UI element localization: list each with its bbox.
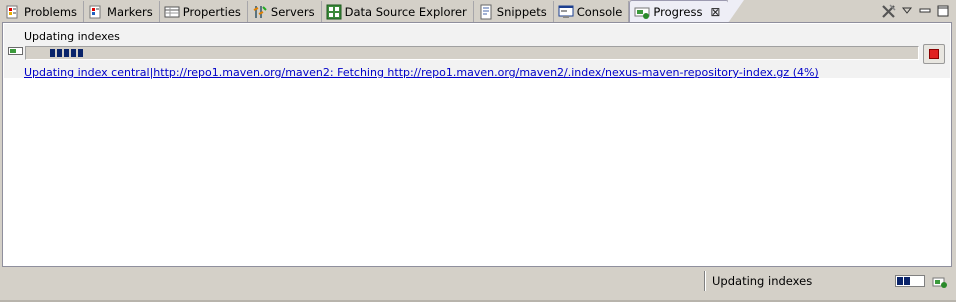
tab-label: Console xyxy=(576,5,623,19)
tab-snippets[interactable]: Snippets xyxy=(473,1,554,23)
status-progress-bar[interactable] xyxy=(895,275,925,287)
cancel-job-button[interactable] xyxy=(923,44,945,64)
tab-label: Data Source Explorer xyxy=(344,5,467,19)
status-bar: Updating indexes xyxy=(0,268,956,302)
status-progress-block xyxy=(904,277,910,285)
tab-label: Snippets xyxy=(496,5,547,19)
job-detail-link[interactable]: Updating index central|http://repo1.mave… xyxy=(24,66,819,79)
view-toolbar xyxy=(880,3,952,19)
tab-label: Progress xyxy=(653,5,703,19)
job-title: Updating indexes xyxy=(24,30,120,43)
progress-block xyxy=(78,49,83,57)
servers-icon xyxy=(253,6,267,18)
status-divider xyxy=(704,271,706,291)
problems-icon xyxy=(6,5,18,19)
tab-label: Problems xyxy=(24,5,78,19)
console-icon xyxy=(558,5,574,18)
job-entry: Updating indexes Updating index central|… xyxy=(4,24,950,79)
progress-icon xyxy=(634,7,650,19)
remove-all-icon xyxy=(882,4,896,18)
view-tab-bar: Problems Markers Properties Servers Data… xyxy=(0,0,956,23)
tab-servers[interactable]: Servers xyxy=(247,1,322,23)
remove-all-finished-button[interactable] xyxy=(880,3,898,19)
view-menu-button[interactable] xyxy=(898,3,916,19)
show-progress-view-icon[interactable] xyxy=(932,274,948,290)
stop-icon xyxy=(929,49,939,59)
markers-icon xyxy=(89,5,101,19)
minimize-icon xyxy=(919,8,931,13)
progress-block xyxy=(71,49,76,57)
chevron-down-icon xyxy=(901,7,913,14)
snippets-icon xyxy=(480,4,492,20)
progress-block xyxy=(57,49,62,57)
status-progress-block xyxy=(897,277,903,285)
tab-properties[interactable]: Properties xyxy=(159,1,248,23)
close-icon[interactable]: ⊠ xyxy=(710,5,720,19)
tab-console[interactable]: Console xyxy=(553,1,630,23)
progress-block xyxy=(64,49,69,57)
job-progress-bar xyxy=(25,46,919,60)
properties-icon xyxy=(164,6,180,18)
minimize-button[interactable] xyxy=(916,3,934,19)
maximize-icon xyxy=(937,5,949,17)
status-text[interactable]: Updating indexes xyxy=(712,274,812,288)
tab-problems[interactable]: Problems xyxy=(1,1,85,23)
maximize-button[interactable] xyxy=(934,3,952,19)
tab-markers[interactable]: Markers xyxy=(84,1,160,23)
job-progress-icon xyxy=(8,47,23,55)
tab-data-source-explorer[interactable]: Data Source Explorer xyxy=(321,1,474,23)
progress-indicator xyxy=(50,49,83,57)
tab-progress[interactable]: Progress ⊠ xyxy=(629,0,745,23)
tab-list: Problems Markers Properties Servers Data… xyxy=(1,0,745,23)
tab-label: Properties xyxy=(182,5,241,19)
tab-label: Markers xyxy=(107,5,153,19)
progress-block xyxy=(50,49,55,57)
progress-view: Updating indexes Updating index central|… xyxy=(2,22,952,267)
data-source-explorer-icon xyxy=(326,4,342,20)
tab-label: Servers xyxy=(270,5,315,19)
